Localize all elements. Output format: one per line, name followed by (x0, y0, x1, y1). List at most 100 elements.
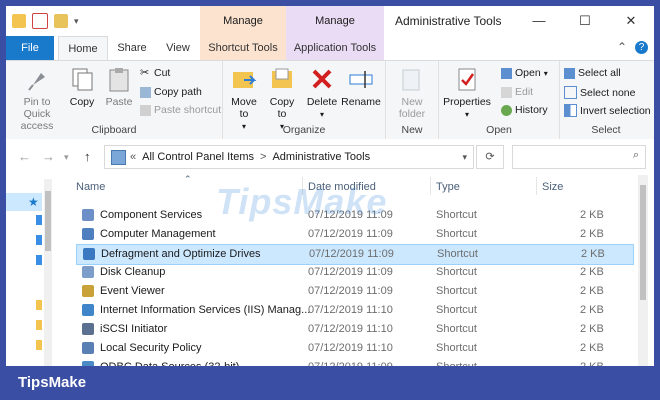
address-bar-row: ← → ▾ ↑ « All Control Panel Items > Admi… (6, 139, 654, 175)
help-icon[interactable]: ? (635, 40, 648, 54)
address-dropdown-icon[interactable]: ▾ (462, 152, 467, 163)
delete-x-icon (308, 65, 336, 93)
dropdown-arrow-icon: ▾ (319, 110, 324, 119)
tab-home[interactable]: Home (58, 36, 108, 61)
title-bar: ▾ Manage Manage Administrative Tools — ☐… (6, 6, 654, 36)
navigation-pane: ★ (6, 175, 54, 366)
file-date-modified: 07/12/2019 11:10 (308, 342, 393, 354)
shortcut-icon (82, 209, 94, 221)
table-row[interactable]: Local Security Policy 07/12/2019 11:10 Sho… (76, 339, 632, 358)
copy-button[interactable]: Copy (66, 65, 98, 108)
file-type: Shortcut (436, 323, 477, 335)
address-bar[interactable]: « All Control Panel Items > Administrati… (104, 145, 474, 169)
file-type: Shortcut (437, 248, 478, 260)
move-to-button[interactable]: Move to ▾ (227, 65, 261, 133)
file-name: ODBC Data Sources (32-bit) (100, 361, 239, 366)
qat-dropdown-icon[interactable]: ▾ (74, 16, 79, 27)
folder-icon[interactable] (12, 14, 26, 28)
forward-arrow-icon[interactable]: → (42, 149, 55, 164)
shortcut-icon (82, 361, 94, 366)
invert-selection-button[interactable]: Invert selection (564, 104, 651, 117)
paste-button[interactable]: Paste (102, 65, 136, 108)
search-input[interactable]: ⌕ (512, 145, 646, 169)
nav-item-icon[interactable] (36, 300, 42, 310)
shortcut-icon (83, 248, 95, 260)
new-folder-button[interactable]: New folder (392, 65, 432, 120)
nav-scrollbar[interactable] (44, 179, 52, 366)
column-divider[interactable] (430, 177, 431, 195)
group-label-new: New (401, 124, 423, 136)
tab-application-tools[interactable]: Application Tools (286, 36, 384, 60)
table-row[interactable]: Defragment and Optimize Drives 07/12/2019… (76, 244, 634, 265)
rename-icon (347, 65, 375, 93)
properties-button[interactable]: Properties ▾ (443, 65, 491, 121)
quick-access-star-icon[interactable]: ★ (6, 193, 42, 211)
table-row[interactable]: Event Viewer 07/12/2019 11:09 Shortcut 2 KB (76, 282, 632, 301)
tab-share[interactable]: Share (110, 36, 154, 60)
recent-dropdown-icon[interactable]: ▾ (64, 152, 69, 163)
file-date-modified: 07/12/2019 11:10 (308, 304, 393, 316)
nav-item-icon[interactable] (36, 320, 42, 330)
refresh-button[interactable]: ⟳ (476, 145, 504, 169)
dropdown-arrow-icon: ▾ (464, 110, 469, 119)
select-none-button[interactable]: Select none (564, 86, 635, 99)
paste-shortcut-button[interactable]: Paste shortcut (140, 104, 221, 116)
file-name: Disk Cleanup (100, 266, 166, 278)
copy-path-icon (140, 86, 151, 98)
scissors-icon: ✂ (140, 66, 150, 79)
delete-button[interactable]: Delete ▾ (305, 65, 339, 121)
ribbon-collapse-icon[interactable]: ⌃ (617, 40, 627, 54)
file-name: Internet Information Services (IIS) Mana… (100, 304, 311, 316)
properties-check-icon[interactable] (32, 13, 48, 29)
pin-to-quick-access-button[interactable]: Pin to Quick access (10, 65, 64, 132)
tab-file[interactable]: File (6, 36, 54, 60)
control-panel-icon (111, 149, 126, 165)
tab-shortcut-tools[interactable]: Shortcut Tools (200, 36, 286, 60)
nav-scrollbar-thumb[interactable] (45, 191, 51, 251)
select-all-button[interactable]: Select all (564, 67, 621, 79)
breadcrumb-overflow[interactable]: « (130, 151, 136, 163)
column-header-name[interactable]: Name (76, 181, 105, 193)
group-label-open: Open (486, 124, 512, 136)
breadcrumb-separator-icon[interactable]: > (260, 151, 266, 163)
copy-to-button[interactable]: Copy to ▾ (265, 65, 299, 133)
cut-button[interactable]: ✂ Cut (140, 67, 170, 79)
edit-button[interactable]: Edit (501, 86, 533, 98)
shortcut-icon (82, 304, 94, 316)
maximize-button[interactable]: ☐ (562, 6, 608, 36)
file-type: Shortcut (436, 342, 477, 354)
table-row[interactable]: Disk Cleanup 07/12/2019 11:09 Shortcut 2 KB (76, 263, 632, 282)
file-list-scrollbar-thumb[interactable] (640, 185, 646, 300)
column-header-size[interactable]: Size (542, 181, 563, 193)
table-row[interactable]: Computer Management 07/12/2019 11:09 Short… (76, 225, 632, 244)
open-button[interactable]: Open ▾ (501, 67, 548, 79)
nav-item-icon[interactable] (36, 215, 42, 225)
up-arrow-icon[interactable]: ↑ (84, 149, 91, 164)
nav-item-icon[interactable] (36, 235, 42, 245)
file-type: Shortcut (436, 285, 477, 297)
copy-path-button[interactable]: Copy path (140, 86, 202, 98)
table-row[interactable]: ODBC Data Sources (32-bit) 07/12/2019 11:… (76, 358, 632, 366)
breadcrumb-administrative-tools[interactable]: Administrative Tools (272, 151, 370, 163)
table-row[interactable]: iSCSI Initiator 07/12/2019 11:10 Shortcut 2… (76, 320, 632, 339)
back-arrow-icon[interactable]: ← (18, 149, 31, 164)
file-date-modified: 07/12/2019 11:09 (309, 248, 394, 260)
shortcut-icon (82, 342, 94, 354)
file-list-scrollbar[interactable] (638, 175, 648, 366)
breadcrumb-all-control-panel-items[interactable]: All Control Panel Items (142, 151, 254, 163)
table-row[interactable]: Internet Information Services (IIS) Mana… (76, 301, 632, 320)
file-name: Computer Management (100, 228, 216, 240)
new-folder-icon[interactable] (54, 14, 68, 28)
close-button[interactable]: ✕ (608, 6, 654, 36)
rename-button[interactable]: Rename (341, 65, 381, 108)
file-name: Local Security Policy (100, 342, 202, 354)
tab-view[interactable]: View (158, 36, 198, 60)
nav-item-icon[interactable] (36, 340, 42, 350)
nav-item-icon[interactable] (36, 255, 42, 265)
minimize-button[interactable]: — (516, 6, 562, 36)
column-header-type[interactable]: Type (436, 181, 460, 193)
file-name: Defragment and Optimize Drives (101, 248, 261, 260)
history-button[interactable]: History (501, 104, 548, 116)
file-date-modified: 07/12/2019 11:10 (308, 323, 393, 335)
column-divider[interactable] (536, 177, 537, 195)
